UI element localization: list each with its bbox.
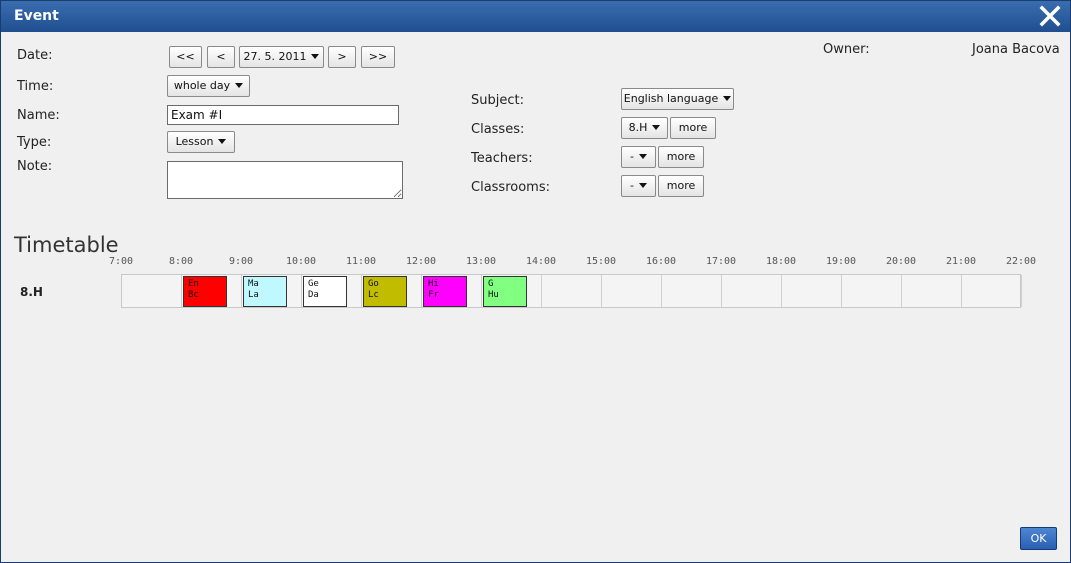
timetable-cell — [662, 275, 722, 307]
classes-more-button[interactable]: more — [670, 117, 716, 139]
classrooms-label: Classrooms: — [471, 180, 550, 195]
name-input[interactable] — [167, 105, 399, 125]
name-label: Name: — [17, 108, 60, 123]
date-value: 27. 5. 2011 — [243, 50, 307, 63]
note-label: Note: — [17, 159, 53, 174]
date-last-button[interactable]: >> — [361, 46, 395, 68]
timetable-hour-label: 8:00 — [168, 256, 194, 267]
timetable-hour-label: 14:00 — [525, 256, 557, 267]
timetable-hour-label: 18:00 — [765, 256, 797, 267]
timetable-hour-label: 12:00 — [405, 256, 437, 267]
lesson-teacher: Hu — [488, 290, 499, 300]
lesson-teacher: Da — [308, 290, 319, 300]
dialog-title: Event — [14, 8, 59, 24]
lesson-subject: En — [188, 279, 199, 289]
classrooms-value: - — [630, 179, 634, 192]
timetable-lesson[interactable]: Ma La — [243, 276, 287, 307]
subject-select[interactable]: English language — [621, 88, 734, 110]
timetable-row-label: 8.H — [20, 285, 43, 299]
timetable-cell — [722, 275, 782, 307]
timetable-hour-label: 15:00 — [585, 256, 617, 267]
classes-label: Classes: — [471, 122, 525, 137]
chevron-down-icon — [723, 95, 732, 101]
timetable-hour-label: 9:00 — [228, 256, 254, 267]
date-label: Date: — [17, 48, 53, 63]
timetable-lesson[interactable]: G Hu — [483, 276, 527, 307]
chevron-down-icon — [235, 82, 244, 88]
timetable-hour-label: 13:00 — [465, 256, 497, 267]
dialog-titlebar: Event — [1, 1, 1070, 32]
event-dialog: Event Date: << < 27. 5. 2011 > >> Time: … — [0, 0, 1071, 563]
close-icon[interactable] — [1038, 4, 1062, 28]
subject-label: Subject: — [471, 93, 524, 108]
timetable-cell — [842, 275, 902, 307]
lesson-teacher: La — [248, 290, 259, 300]
chevron-down-icon — [311, 53, 320, 59]
lesson-subject: Ge — [308, 279, 319, 289]
timetable-lesson[interactable]: Go Lc — [363, 276, 407, 307]
chevron-down-icon — [652, 124, 661, 130]
owner-value: Joana Bacova — [972, 42, 1060, 57]
date-select[interactable]: 27. 5. 2011 — [239, 46, 324, 68]
ok-button[interactable]: OK — [1020, 527, 1057, 550]
time-label: Time: — [17, 79, 54, 94]
note-textarea[interactable] — [167, 161, 403, 199]
timetable-hour-label: 16:00 — [645, 256, 677, 267]
lesson-teacher: Bc — [188, 290, 199, 300]
lesson-subject: Go — [368, 279, 379, 289]
date-next-button[interactable]: > — [328, 46, 356, 68]
lesson-teacher: Fr — [428, 290, 439, 300]
timetable-hour-label: 22:00 — [1005, 256, 1037, 267]
type-select[interactable]: Lesson — [167, 131, 235, 153]
timetable-cell — [542, 275, 602, 307]
timetable-hour-label: 17:00 — [705, 256, 737, 267]
date-prev-button[interactable]: < — [207, 46, 235, 68]
classrooms-select[interactable]: - — [621, 175, 656, 197]
chevron-down-icon — [638, 182, 647, 188]
teachers-more-button[interactable]: more — [658, 146, 704, 168]
timetable-cell — [782, 275, 842, 307]
teachers-select[interactable]: - — [621, 146, 656, 168]
subject-value: English language — [623, 92, 719, 105]
timetable-hour-label: 21:00 — [945, 256, 977, 267]
type-value: Lesson — [175, 135, 214, 148]
time-select[interactable]: whole day — [167, 75, 250, 97]
timetable-lesson[interactable]: Hi Fr — [423, 276, 467, 307]
date-first-button[interactable]: << — [169, 46, 202, 68]
classes-value: 8.H — [628, 121, 648, 134]
timetable-cell — [602, 275, 662, 307]
timetable-hour-label: 10:00 — [285, 256, 317, 267]
chevron-down-icon — [218, 138, 227, 144]
type-label: Type: — [17, 135, 52, 150]
timetable-hour-label: 20:00 — [885, 256, 917, 267]
timetable-cell — [902, 275, 962, 307]
owner-label: Owner: — [823, 42, 870, 57]
teachers-value: - — [630, 150, 634, 163]
timetable-cell — [122, 275, 182, 307]
timetable-hour-label: 7:00 — [108, 256, 134, 267]
chevron-down-icon — [638, 153, 647, 159]
time-value: whole day — [173, 79, 231, 92]
timetable-lesson[interactable]: En Bc — [183, 276, 227, 307]
timetable-cell — [962, 275, 1022, 307]
timetable-title: Timetable — [14, 233, 119, 257]
timetable-lesson[interactable]: Ge Da — [303, 276, 347, 307]
timetable-hour-label: 11:00 — [345, 256, 377, 267]
lesson-subject: G — [488, 279, 494, 289]
timetable-hour-label: 19:00 — [825, 256, 857, 267]
classrooms-more-button[interactable]: more — [658, 175, 704, 197]
lesson-subject: Ma — [248, 279, 259, 289]
teachers-label: Teachers: — [471, 151, 533, 166]
lesson-teacher: Lc — [368, 290, 379, 300]
classes-select[interactable]: 8.H — [621, 117, 668, 139]
lesson-subject: Hi — [428, 279, 439, 289]
